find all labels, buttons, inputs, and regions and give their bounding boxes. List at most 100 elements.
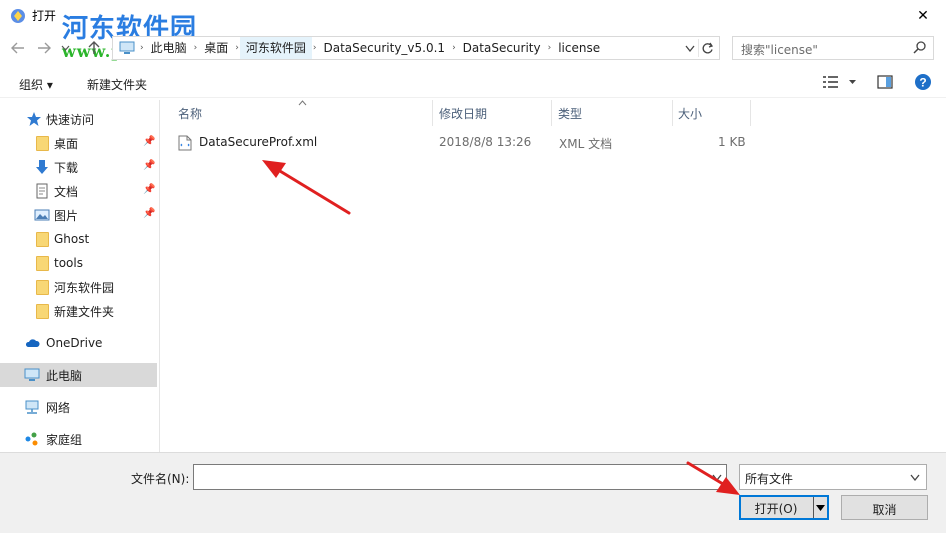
svg-text:?: ?	[919, 76, 926, 90]
file-name: DataSecureProf.xml	[199, 135, 318, 149]
arrow-left-icon	[11, 42, 24, 54]
pin-icon[interactable]: 📌	[143, 184, 155, 195]
back-button[interactable]	[8, 38, 28, 58]
arrow-up-icon	[88, 41, 100, 54]
help-button[interactable]: ?	[914, 73, 932, 94]
sidebar-item-pictures[interactable]: 图片 📌	[0, 203, 157, 227]
column-header-name[interactable]: 名称	[178, 100, 202, 126]
filename-input[interactable]	[193, 464, 727, 490]
sidebar-item-new-folder[interactable]: 新建文件夹	[0, 299, 157, 323]
refresh-button[interactable]	[698, 39, 716, 57]
sort-ascending-icon	[298, 100, 307, 106]
sidebar-item-label: 桌面	[54, 136, 79, 151]
sidebar-item-hedong[interactable]: 河东软件园	[0, 275, 157, 299]
file-list: 名称 修改日期 类型 大小 DataSecureProf.xml 2018/8/…	[161, 100, 946, 452]
sidebar-item-onedrive[interactable]: OneDrive	[0, 331, 157, 355]
pc-icon	[24, 368, 40, 381]
column-divider[interactable]	[551, 100, 552, 126]
file-size: 1 KB	[718, 135, 746, 149]
sidebar-item-desktop[interactable]: 桌面 📌	[0, 131, 157, 155]
refresh-icon	[702, 42, 714, 53]
preview-pane-icon	[877, 75, 893, 89]
column-header-modified[interactable]: 修改日期	[439, 100, 487, 126]
sidebar-item-label: 家庭组	[46, 432, 83, 447]
homegroup-icon	[25, 432, 38, 446]
breadcrumb-license[interactable]: license	[552, 37, 606, 59]
cloud-icon	[25, 339, 40, 347]
help-icon: ?	[915, 74, 931, 90]
breadcrumb-datasecurity-v501[interactable]: DataSecurity_v5.0.1	[317, 37, 451, 59]
organize-button[interactable]: 组织 ▾	[19, 76, 53, 93]
breadcrumb: › 此电脑 › 桌面 › 河东软件园 › DataSecurity_v5.0.1…	[117, 37, 606, 59]
list-view-icon	[823, 76, 856, 88]
forward-button[interactable]	[34, 38, 54, 58]
document-icon	[36, 183, 48, 199]
star-icon	[27, 112, 41, 126]
filename-label: 文件名(N):	[131, 472, 190, 486]
breadcrumb-datasecurity[interactable]: DataSecurity	[457, 37, 547, 59]
sidebar-item-ghost[interactable]: Ghost	[0, 227, 157, 251]
filter-value: 所有文件	[745, 472, 794, 486]
recent-locations-button[interactable]	[58, 38, 72, 58]
sidebar-item-network[interactable]: 网络	[0, 395, 157, 419]
address-bar[interactable]: › 此电脑 › 桌面 › 河东软件园 › DataSecurity_v5.0.1…	[112, 36, 720, 60]
search-box[interactable]: 搜索"license"	[732, 36, 934, 60]
new-folder-button[interactable]: 新建文件夹	[87, 76, 147, 93]
chevron-down-icon	[910, 474, 920, 481]
address-history-chevron-icon[interactable]	[685, 45, 695, 52]
sidebar-item-label: 网络	[46, 400, 71, 415]
search-icon[interactable]	[913, 40, 927, 54]
chevron-down-icon[interactable]	[712, 474, 722, 481]
open-options-button[interactable]	[813, 497, 827, 518]
sidebar-item-label: tools	[54, 256, 83, 270]
breadcrumb-this-pc[interactable]: 此电脑	[145, 37, 193, 59]
close-button[interactable]: ✕	[900, 0, 946, 32]
sidebar-item-downloads[interactable]: 下载 📌	[0, 155, 157, 179]
sidebar-item-label: 快速访问	[46, 112, 95, 127]
sidebar-item-label: 文档	[54, 184, 79, 199]
xml-file-icon	[178, 135, 192, 151]
sidebar-item-quick-access[interactable]: 快速访问	[0, 107, 157, 131]
sidebar-item-label: 下载	[54, 160, 79, 175]
column-header-size[interactable]: 大小	[678, 100, 702, 126]
chevron-down-icon	[61, 45, 69, 51]
preview-pane-button[interactable]	[877, 74, 893, 93]
sidebar-item-this-pc[interactable]: 此电脑	[0, 363, 157, 387]
column-divider[interactable]	[432, 100, 433, 126]
sidebar-item-label: 河东软件园	[54, 280, 115, 295]
file-type-filter[interactable]: 所有文件	[739, 464, 927, 490]
sidebar-item-documents[interactable]: 文档 📌	[0, 179, 157, 203]
dialog-footer: 文件名(N): 所有文件 打开(O) 取消	[0, 452, 946, 533]
file-modified: 2018/8/8 13:26	[439, 135, 532, 149]
folder-icon	[34, 279, 50, 295]
folder-icon	[34, 231, 50, 247]
cancel-button[interactable]: 取消	[841, 495, 928, 520]
sidebar-item-label: OneDrive	[46, 336, 103, 350]
navigation-pane: 快速访问 桌面 📌 下载 📌 文档 📌 图片 📌 Ghost tools 河东软…	[0, 100, 160, 452]
column-divider[interactable]	[750, 100, 751, 126]
download-icon	[36, 160, 48, 174]
navigation-bar: › 此电脑 › 桌面 › 河东软件园 › DataSecurity_v5.0.1…	[0, 35, 946, 61]
folder-icon	[34, 303, 50, 319]
network-icon	[25, 400, 39, 414]
breadcrumb-desktop[interactable]: 桌面	[198, 37, 234, 59]
sidebar-item-tools[interactable]: tools	[0, 251, 157, 275]
app-icon	[11, 9, 25, 23]
column-divider[interactable]	[672, 100, 673, 126]
open-button-label: 打开(O)	[754, 502, 798, 516]
sidebar-item-homegroup[interactable]: 家庭组	[0, 427, 157, 451]
pin-icon[interactable]: 📌	[143, 136, 155, 147]
file-row[interactable]: DataSecureProf.xml 2018/8/8 13:26 XML 文档…	[173, 131, 773, 153]
picture-icon	[34, 209, 50, 221]
pin-icon[interactable]: 📌	[143, 160, 155, 171]
sidebar-item-label: 新建文件夹	[54, 304, 115, 319]
column-header-type[interactable]: 类型	[558, 100, 582, 126]
view-options-button[interactable]	[822, 74, 862, 93]
breadcrumb-hedong[interactable]: 河东软件园	[239, 37, 312, 59]
search-placeholder: 搜索"license"	[741, 43, 818, 57]
up-button[interactable]	[84, 38, 104, 58]
pin-icon[interactable]: 📌	[143, 208, 155, 219]
pc-icon	[119, 41, 135, 54]
folder-icon	[34, 135, 50, 151]
open-button[interactable]: 打开(O)	[739, 495, 829, 520]
